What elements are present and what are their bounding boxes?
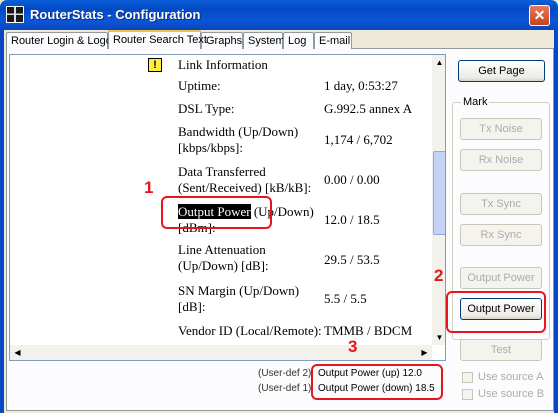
uptime-value: 1 day, 0:53:27 (324, 78, 398, 93)
test-button[interactable]: Test (460, 339, 542, 361)
use-source-b-checkbox[interactable] (462, 388, 473, 400)
title-bar: RouterStats - Configuration ✕ (0, 0, 558, 30)
output-power-disabled-button[interactable]: Output Power (460, 267, 542, 289)
data-transferred-value: 0.00 / 0.00 (324, 172, 380, 187)
vertical-scroll-thumb[interactable] (433, 151, 445, 235)
vertical-scrollbar[interactable]: ▲ ▼ (432, 55, 445, 345)
tab-system[interactable]: System (243, 32, 285, 49)
line-attenuation-value: 29.5 / 53.5 (324, 252, 380, 267)
uptime-label: Uptime: (178, 78, 221, 93)
sn-margin-value: 5.5 / 5.5 (324, 291, 367, 306)
vendor-id-label: Vendor ID (Local/Remote): (178, 323, 322, 338)
mark-group-label: Mark (461, 96, 490, 108)
tx-noise-button[interactable]: Tx Noise (460, 118, 542, 140)
app-icon (6, 6, 24, 23)
dsl-type-value: G.992.5 annex A (324, 101, 413, 116)
line-attenuation-label-line2: (Up/Down) [dB]: (178, 258, 269, 273)
get-page-button[interactable]: Get Page (458, 60, 545, 82)
scroll-left-arrow-icon[interactable]: ◀ (10, 345, 25, 360)
bandwidth-label-line2: [kbps/kbps]: (178, 140, 243, 155)
rx-noise-button[interactable]: Rx Noise (460, 149, 542, 171)
annotation-box-3 (311, 364, 443, 400)
use-source-a-label: Use source A (478, 371, 544, 383)
annotation-number-2: 2 (434, 266, 444, 285)
annotation-number-3: 3 (348, 337, 358, 356)
data-transferred-label: Data Transferred (Sent/Received) [kB/kB]… (178, 164, 311, 196)
vendor-id-value: TMMB / BDCM (324, 323, 413, 338)
tab-log[interactable]: Log (283, 32, 314, 49)
tab-router-login-logout[interactable]: Router Login & Logout (6, 32, 121, 49)
annotation-box-1 (161, 196, 272, 229)
scroll-right-arrow-icon[interactable]: ▶ (417, 345, 432, 360)
annotation-number-1: 1 (144, 178, 154, 197)
output-power-value: 12.0 / 18.5 (324, 212, 380, 227)
user-def-2-label: (User-def 2) (258, 368, 312, 379)
section-title: Link Information (178, 57, 268, 72)
window-title: RouterStats - Configuration (30, 7, 201, 22)
sn-margin-label-line1: SN Margin (Up/Down) (178, 283, 300, 298)
horizontal-scrollbar[interactable]: ◀ ▶ (10, 345, 432, 360)
sn-margin-label: SN Margin (Up/Down) [dB]: (178, 283, 299, 315)
window-frame-right (554, 30, 558, 413)
line-attenuation-label: Line Attenuation (Up/Down) [dB]: (178, 242, 269, 274)
use-source-b-row[interactable]: Use source B (462, 388, 544, 400)
sn-margin-label-line2: [dB]: (178, 299, 206, 314)
use-source-a-row[interactable]: Use source A (462, 371, 543, 383)
bandwidth-label: Bandwidth (Up/Down) [kbps/kbps]: (178, 124, 298, 156)
window-frame-left (0, 30, 4, 413)
use-source-a-checkbox[interactable] (462, 371, 473, 383)
scroll-up-arrow-icon[interactable]: ▲ (432, 55, 445, 70)
annotation-box-2 (446, 291, 546, 333)
warning-icon: ! (148, 58, 162, 72)
line-attenuation-label-line1: Line Attenuation (178, 242, 266, 257)
bandwidth-label-line1: Bandwidth (Up/Down) (178, 124, 299, 139)
bandwidth-value: 1,174 / 6,702 (324, 132, 393, 147)
scroll-down-arrow-icon[interactable]: ▼ (432, 330, 445, 345)
use-source-b-label: Use source B (478, 388, 545, 400)
data-transferred-label-line2: (Sent/Received) [kB/kB]: (178, 180, 312, 195)
dsl-type-label: DSL Type: (178, 101, 235, 116)
rx-sync-button[interactable]: Rx Sync (460, 224, 542, 246)
close-button[interactable]: ✕ (529, 5, 550, 26)
tx-sync-button[interactable]: Tx Sync (460, 193, 542, 215)
user-def-1-label: (User-def 1) (258, 383, 312, 394)
tab-graphs[interactable]: Graphs (201, 32, 243, 49)
tab-router-search-text[interactable]: Router Search Text (108, 30, 207, 49)
tab-email[interactable]: E-mail (314, 32, 352, 49)
data-transferred-label-line1: Data Transferred (178, 164, 266, 179)
